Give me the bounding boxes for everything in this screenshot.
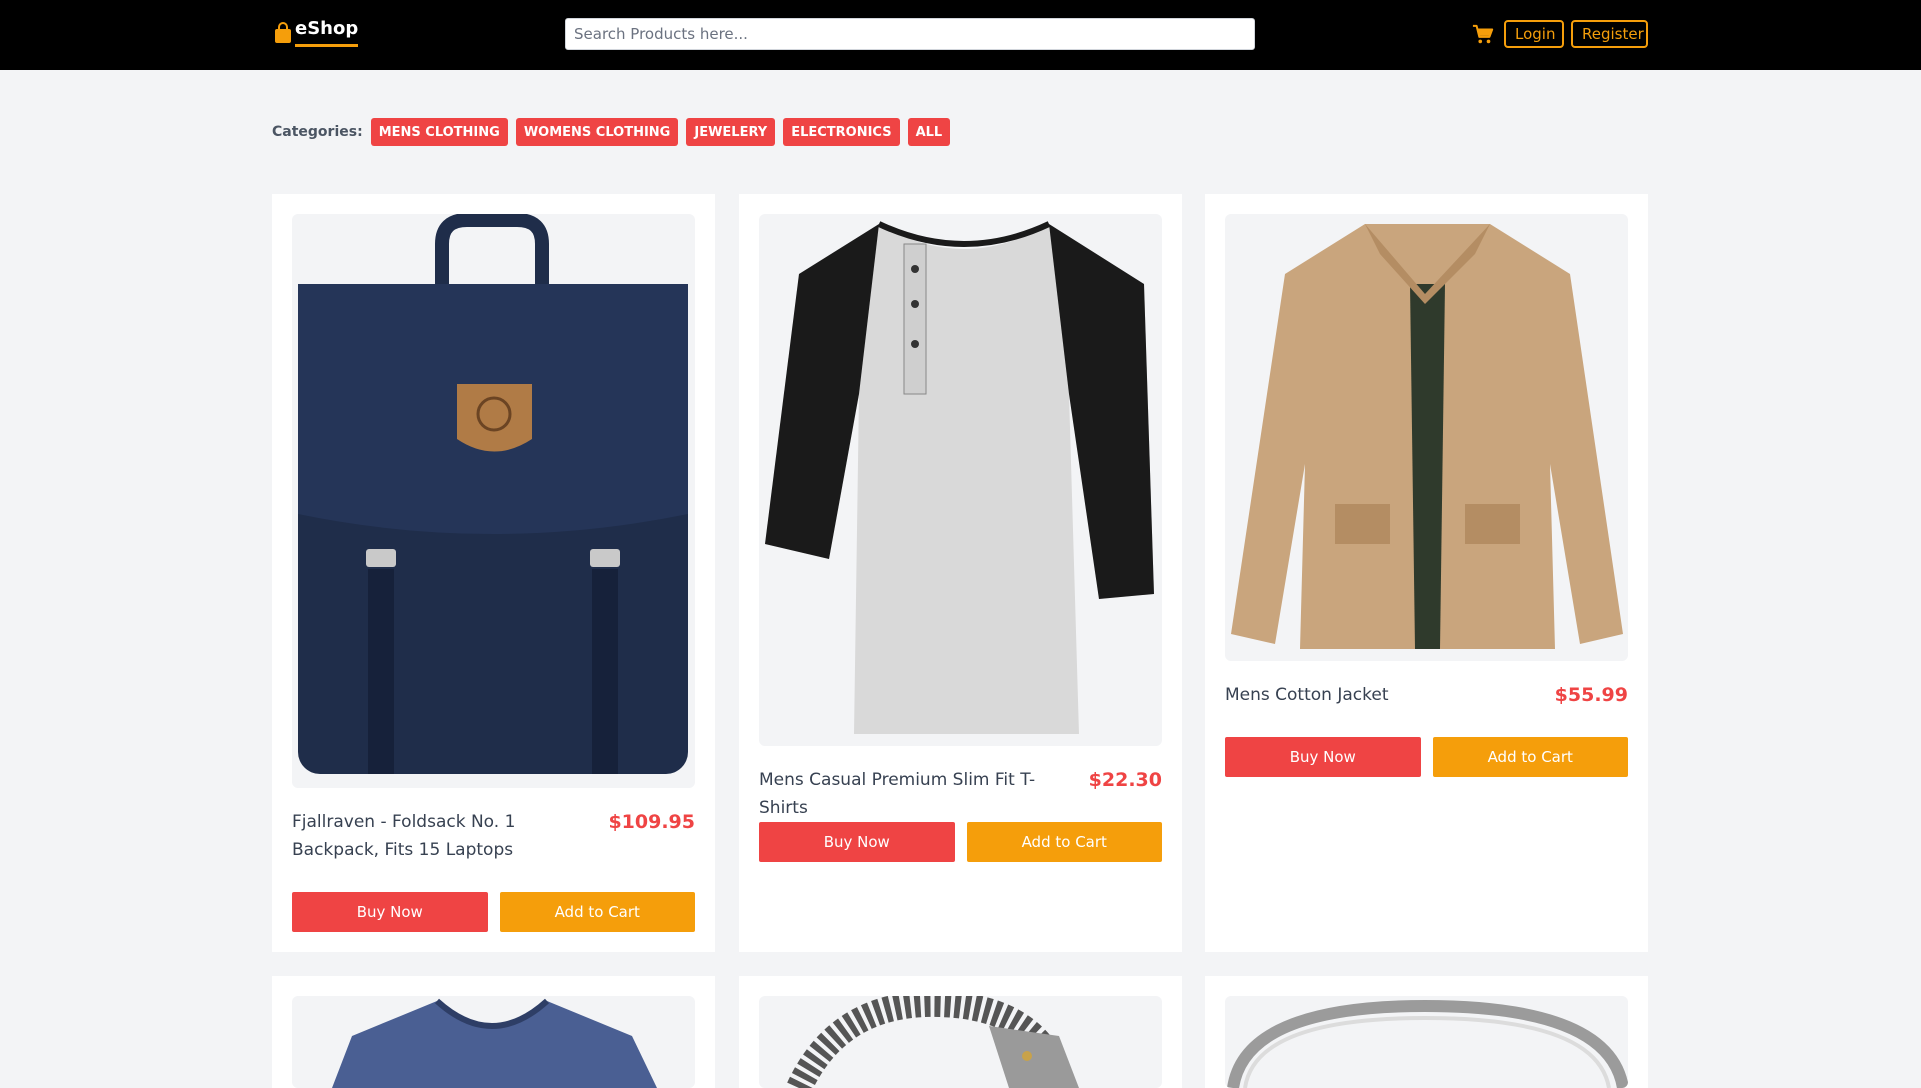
navbar: eShop Login Register: [0, 0, 1921, 70]
register-button[interactable]: Register: [1571, 20, 1648, 48]
ring-image: [1227, 999, 1628, 1088]
product-info: Mens Casual Premium Slim Fit T-Shirts $2…: [759, 766, 1162, 822]
product-card: [1205, 976, 1648, 1088]
category-jewelery-button[interactable]: JEWELERY: [686, 118, 776, 146]
tshirt-image: [765, 221, 1154, 734]
cart-icon[interactable]: [1472, 24, 1494, 46]
product-price: $55.99: [1554, 684, 1628, 706]
category-mens-clothing-button[interactable]: MENS CLOTHING: [370, 118, 508, 146]
add-to-cart-button[interactable]: Add to Cart: [499, 892, 695, 932]
category-womens-clothing-button[interactable]: WOMENS CLOTHING: [515, 118, 679, 146]
product-price: $22.30: [1088, 769, 1162, 791]
product-title[interactable]: Fjallraven - Foldsack No. 1 Backpack, Fi…: [292, 808, 600, 864]
shopping-bag-icon: [275, 21, 291, 43]
product-card: Fjallraven - Foldsack No. 1 Backpack, Fi…: [272, 194, 715, 952]
category-all-button[interactable]: ALL: [907, 118, 951, 146]
buy-now-button[interactable]: Buy Now: [292, 892, 488, 932]
product-image[interactable]: [292, 214, 695, 788]
product-card: Mens Casual Premium Slim Fit T-Shirts $2…: [739, 194, 1182, 952]
buy-now-button[interactable]: Buy Now: [1225, 737, 1421, 777]
add-to-cart-button[interactable]: Add to Cart: [966, 822, 1162, 862]
product-info: Mens Cotton Jacket $55.99: [1225, 681, 1628, 709]
product-card: [272, 976, 715, 1088]
product-actions: Buy Now Add to Cart: [759, 822, 1162, 862]
category-filter-bar: Categories: MENS CLOTHING WOMENS CLOTHIN…: [272, 118, 958, 146]
add-to-cart-button[interactable]: Add to Cart: [1432, 737, 1628, 777]
bracelet-image: [787, 996, 1079, 1088]
product-actions: Buy Now Add to Cart: [1225, 737, 1628, 777]
categories-label: Categories:: [272, 124, 363, 140]
product-card: [739, 976, 1182, 1088]
jacket-image: [1231, 224, 1623, 649]
product-actions: Buy Now Add to Cart: [292, 892, 695, 932]
product-title[interactable]: Mens Casual Premium Slim Fit T-Shirts: [759, 766, 1081, 822]
backpack-image: [298, 214, 688, 774]
product-image[interactable]: [1225, 214, 1628, 661]
vneck-shirt-image: [332, 998, 657, 1088]
buy-now-button[interactable]: Buy Now: [759, 822, 955, 862]
product-image[interactable]: [759, 214, 1162, 746]
product-image[interactable]: [759, 996, 1162, 1088]
search-input[interactable]: [565, 18, 1255, 50]
login-button[interactable]: Login: [1504, 20, 1564, 48]
product-image[interactable]: [1225, 996, 1628, 1088]
product-card: Mens Cotton Jacket $55.99 Buy Now Add to…: [1205, 194, 1648, 952]
brand-name: eShop: [295, 18, 359, 47]
product-title[interactable]: Mens Cotton Jacket: [1225, 681, 1388, 709]
product-price: $109.95: [608, 811, 695, 833]
brand-logo[interactable]: eShop: [274, 18, 359, 47]
product-image[interactable]: [292, 996, 695, 1088]
category-electronics-button[interactable]: ELECTRONICS: [783, 118, 900, 146]
product-info: Fjallraven - Foldsack No. 1 Backpack, Fi…: [292, 808, 695, 864]
